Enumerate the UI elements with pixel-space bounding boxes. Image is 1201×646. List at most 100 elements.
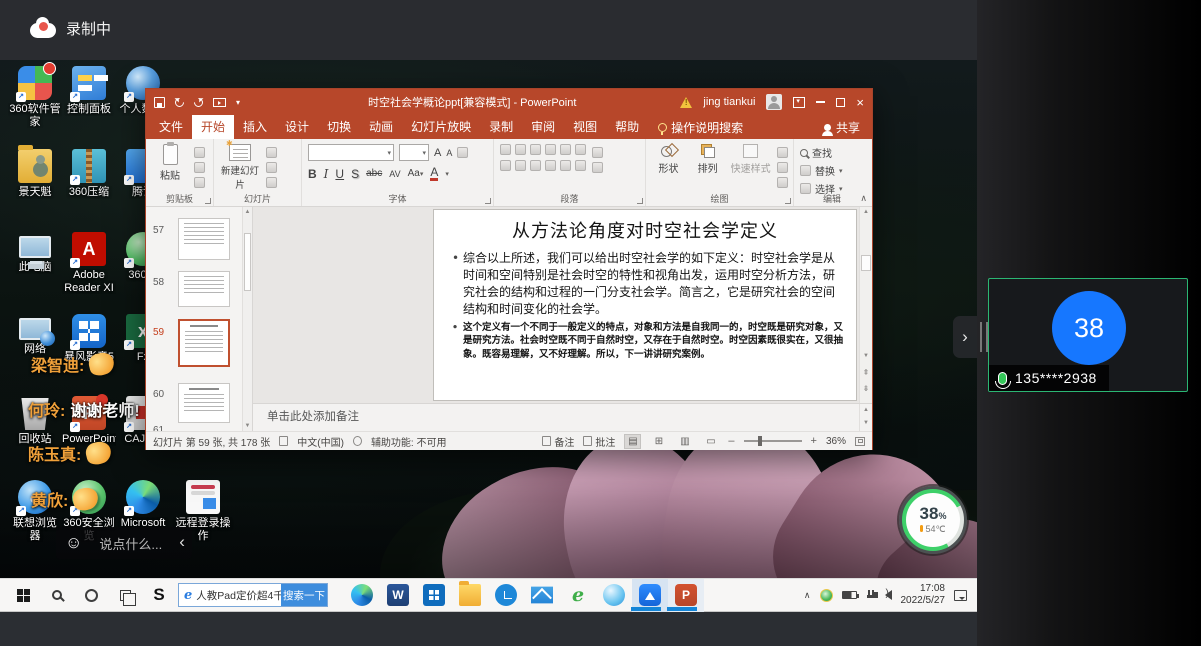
- tab-design[interactable]: 设计: [276, 115, 318, 139]
- display-settings-icon[interactable]: [279, 436, 288, 446]
- task-view-button[interactable]: [108, 579, 142, 612]
- undo-icon[interactable]: [173, 96, 186, 109]
- comments-toggle[interactable]: 批注: [583, 434, 615, 449]
- collapse-ribbon-icon[interactable]: ∧: [860, 193, 867, 204]
- taskbar-word[interactable]: W: [380, 579, 416, 612]
- zoom-slider[interactable]: [744, 440, 802, 442]
- drawing-dialog-launcher[interactable]: [785, 198, 791, 204]
- shape-effects-icon[interactable]: [777, 177, 788, 188]
- shrink-font-icon[interactable]: A: [446, 148, 452, 158]
- columns-icon[interactable]: [560, 160, 571, 171]
- notes-scroll-arrows[interactable]: ▲▼: [859, 404, 872, 431]
- numbering-icon[interactable]: [515, 144, 526, 155]
- desktop-icon-adobe-reader[interactable]: A Adobe Reader XI: [62, 232, 116, 294]
- web-search-box[interactable]: e 人教Pad定价超4千 搜索一下: [178, 583, 328, 607]
- maximize-button[interactable]: [836, 98, 845, 107]
- font-color-button[interactable]: A: [430, 166, 438, 181]
- tab-help[interactable]: 帮助: [606, 115, 648, 139]
- slide-sorter-view-button[interactable]: ⊞: [650, 434, 667, 449]
- fit-slide-icon[interactable]: [855, 437, 865, 446]
- shapes-button[interactable]: 形状: [652, 144, 685, 192]
- sidebar-expand-button[interactable]: ›: [953, 316, 977, 358]
- taskbar-search-button[interactable]: [40, 579, 74, 612]
- align-right-icon[interactable]: [530, 160, 541, 171]
- ribbon-display-options-icon[interactable]: [793, 97, 805, 108]
- redo-icon[interactable]: [192, 96, 205, 109]
- speaker-icon[interactable]: [885, 590, 892, 600]
- minimize-button[interactable]: [816, 101, 825, 103]
- increase-indent-icon[interactable]: [545, 144, 556, 155]
- tellme-search[interactable]: 操作说明搜索: [671, 119, 743, 136]
- taskbar-edge[interactable]: [344, 579, 380, 612]
- slide-thumbnail-57[interactable]: [178, 218, 230, 260]
- layout-icon[interactable]: [266, 147, 277, 158]
- 360-tray-icon[interactable]: [820, 589, 833, 602]
- line-spacing-icon[interactable]: [560, 144, 571, 155]
- text-direction-icon[interactable]: [575, 144, 586, 155]
- desktop-icon-360-zip[interactable]: 360压缩: [62, 149, 116, 199]
- align-center-icon[interactable]: [515, 160, 526, 171]
- desktop-icon-360-manager[interactable]: 360软件管家: [8, 66, 62, 128]
- next-slide-button[interactable]: ⇟: [860, 385, 872, 393]
- performance-ball[interactable]: 38% 54℃: [899, 486, 967, 554]
- start-button[interactable]: [6, 579, 40, 612]
- sidebar-drag-handle[interactable]: [980, 322, 988, 352]
- font-name-select[interactable]: [308, 144, 394, 161]
- search-go-button[interactable]: 搜索一下: [281, 584, 327, 606]
- strikethrough-button[interactable]: abc: [366, 168, 382, 179]
- avatar[interactable]: [766, 94, 782, 110]
- quick-styles-button[interactable]: 快速样式: [730, 144, 771, 192]
- arrange-button[interactable]: 排列: [691, 144, 724, 192]
- shape-outline-icon[interactable]: [777, 162, 788, 173]
- smartart-convert-icon[interactable]: [575, 160, 586, 171]
- decrease-indent-icon[interactable]: [530, 144, 541, 155]
- slide-thumbnail-58[interactable]: [178, 271, 230, 307]
- bold-button[interactable]: B: [308, 167, 317, 181]
- taskbar-360-browser[interactable]: [596, 579, 632, 612]
- paste-button[interactable]: 粘贴: [152, 144, 188, 192]
- paragraph-dialog-launcher[interactable]: [637, 198, 643, 204]
- tab-file[interactable]: 文件: [150, 115, 192, 139]
- soda-button[interactable]: S: [142, 579, 176, 612]
- scrollbar-thumb[interactable]: [861, 255, 871, 271]
- zoom-out-button[interactable]: –: [728, 435, 734, 447]
- desktop-icon-this-pc[interactable]: 此电脑: [8, 232, 62, 274]
- new-slide-button[interactable]: 新建幻灯片: [220, 144, 260, 192]
- slide-bullet-1[interactable]: 综合以上所述，我们可以给出时空社会学的如下定义：时空社会学是从时间和空间特别是社…: [452, 250, 844, 318]
- emoji-icon[interactable]: ☺: [56, 533, 91, 553]
- bullets-icon[interactable]: [500, 144, 511, 155]
- slide-title[interactable]: 从方法论角度对时空社会学定义: [434, 217, 856, 243]
- tab-record[interactable]: 录制: [480, 115, 522, 139]
- section-icon[interactable]: [266, 177, 277, 188]
- save-icon[interactable]: [154, 97, 165, 108]
- replace-button[interactable]: 替换: [800, 163, 843, 178]
- qat-customize-caret[interactable]: [236, 96, 240, 108]
- font-color-caret[interactable]: [445, 168, 449, 179]
- notes-toggle[interactable]: 备注: [542, 434, 574, 449]
- zoom-slider-thumb[interactable]: [758, 436, 762, 446]
- clipboard-dialog-launcher[interactable]: [205, 198, 211, 204]
- chat-input[interactable]: 说点什么...: [91, 534, 170, 553]
- normal-view-button[interactable]: ▤: [624, 434, 641, 449]
- reset-icon[interactable]: [266, 162, 277, 173]
- align-left-icon[interactable]: [500, 160, 511, 171]
- grow-font-icon[interactable]: A: [434, 147, 441, 159]
- shape-fill-icon[interactable]: [777, 147, 788, 158]
- tab-review[interactable]: 审阅: [522, 115, 564, 139]
- reading-view-button[interactable]: ▥: [676, 434, 693, 449]
- font-size-select[interactable]: [399, 144, 429, 161]
- taskbar-explorer[interactable]: [452, 579, 488, 612]
- taskbar-store[interactable]: [416, 579, 452, 612]
- find-button[interactable]: 查找: [800, 145, 843, 160]
- cut-icon[interactable]: [194, 147, 205, 158]
- desktop-icon-network[interactable]: 网络: [8, 314, 62, 356]
- italic-button[interactable]: I: [324, 167, 329, 181]
- tab-animations[interactable]: 动画: [360, 115, 402, 139]
- desktop-icon-control-panel[interactable]: 控制面板: [62, 66, 116, 116]
- slideshow-view-button[interactable]: ▭: [702, 434, 719, 449]
- zoom-in-button[interactable]: +: [811, 435, 817, 447]
- chat-input-bar[interactable]: ☺ 说点什么... ‹: [56, 527, 192, 559]
- tab-home[interactable]: 开始: [192, 115, 234, 139]
- chat-collapse-icon[interactable]: ‹: [170, 532, 194, 554]
- format-painter-icon[interactable]: [194, 177, 205, 188]
